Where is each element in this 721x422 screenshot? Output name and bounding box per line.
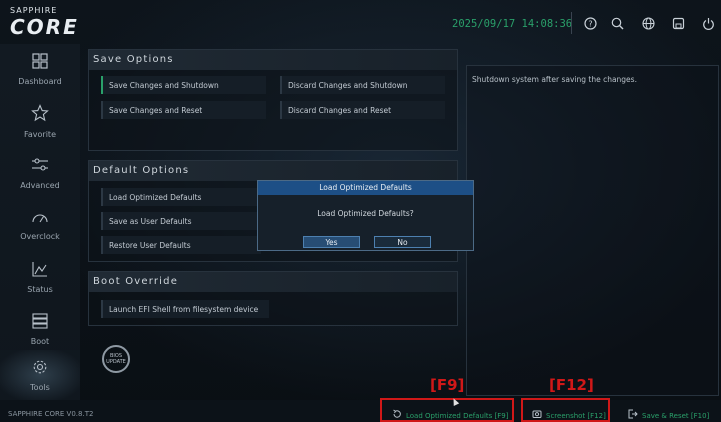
sidebar-item-overclock[interactable]: Overclock [0, 200, 80, 250]
panel-title: Boot Override [89, 272, 457, 292]
discard-changes-reset-option[interactable]: Discard Changes and Reset [280, 101, 445, 119]
sidebar-item-tools[interactable]: Tools [0, 350, 80, 400]
sidebar-item-boot[interactable]: Boot [0, 304, 80, 354]
gauge-icon [31, 209, 49, 229]
restore-user-defaults-option[interactable]: Restore User Defaults [101, 236, 261, 254]
globe-icon[interactable] [640, 15, 656, 31]
sidebar-item-status[interactable]: Status [0, 252, 80, 302]
bottom-bar [0, 400, 721, 422]
version-label: SAPPHIRE CORE V0.8.T2 [8, 410, 94, 418]
save-options-panel: Save Options Save Changes and Shutdown D… [88, 49, 458, 151]
power-icon[interactable] [700, 15, 716, 31]
dialog-message: Load Optimized Defaults? [317, 209, 414, 218]
sidebar-item-label: Overclock [20, 232, 60, 241]
help-icon[interactable]: ? [582, 15, 598, 31]
svg-text:?: ? [588, 19, 592, 28]
save-changes-shutdown-option[interactable]: Save Changes and Shutdown [101, 76, 266, 94]
f12-highlight-label: [F12] [549, 376, 594, 394]
confirm-dialog: Load Optimized Defaults Load Optimized D… [257, 180, 474, 251]
panel-title: Save Options [89, 50, 457, 70]
load-optimized-defaults-option[interactable]: Load Optimized Defaults [101, 188, 261, 206]
sidebar-item-advanced[interactable]: Advanced [0, 148, 80, 198]
yes-button[interactable]: Yes [303, 236, 360, 248]
gear-icon [32, 359, 48, 380]
launch-efi-shell-option[interactable]: Launch EFI Shell from filesystem device [101, 300, 269, 318]
bios-update-icon: BIOS UPDATE [106, 353, 126, 365]
search-icon[interactable] [609, 15, 625, 31]
sidebar-item-label: Tools [30, 382, 50, 392]
chart-icon [32, 261, 48, 282]
save-reset-label: Save & Reset [F10] [642, 411, 710, 420]
boot-override-panel: Boot Override Launch EFI Shell from file… [88, 271, 458, 326]
discard-changes-shutdown-option[interactable]: Discard Changes and Shutdown [280, 76, 445, 94]
divider [571, 12, 572, 34]
f9-highlight-box [380, 398, 514, 422]
sidebar-item-favorite[interactable]: Favorite [0, 96, 80, 146]
datetime-display: 2025/09/17 14:08:36 [452, 18, 573, 30]
sidebar-item-label: Boot [30, 336, 50, 346]
sidebar: Dashboard Favorite Advanced Overclock St… [0, 44, 80, 400]
sidebar-item-label: Favorite [24, 129, 56, 139]
sidebar-item-label: Dashboard [18, 76, 62, 86]
panel-title: Default Options [89, 161, 457, 181]
dashboard-icon [32, 52, 48, 74]
star-icon [31, 103, 49, 127]
save-changes-reset-option[interactable]: Save Changes and Reset [101, 101, 266, 119]
dialog-title: Load Optimized Defaults [258, 181, 473, 195]
save-user-defaults-option[interactable]: Save as User Defaults [101, 212, 261, 230]
top-bar: SAPPHIRE CORE 2025/09/17 14:08:36 ? [0, 0, 721, 44]
logo-product: CORE [10, 15, 79, 39]
sidebar-item-label: Advanced [20, 180, 60, 190]
logo-brand: SAPPHIRE [10, 6, 58, 15]
sidebar-item-label: Status [27, 284, 53, 294]
save-reset-f10-button[interactable]: Save & Reset [F10] [628, 409, 709, 422]
no-button[interactable]: No [374, 236, 431, 248]
help-text: Shutdown system after saving the changes… [472, 75, 637, 84]
help-panel: Shutdown system after saving the changes… [466, 65, 719, 396]
f12-highlight-box [521, 398, 610, 422]
save-icon[interactable] [670, 15, 686, 31]
sliders-icon [31, 157, 49, 178]
f9-highlight-label: [F9] [430, 376, 465, 394]
sidebar-item-dashboard[interactable]: Dashboard [0, 44, 80, 94]
boot-icon [32, 312, 48, 334]
bios-update-button[interactable]: BIOS UPDATE [102, 345, 130, 373]
exit-icon [628, 409, 638, 422]
